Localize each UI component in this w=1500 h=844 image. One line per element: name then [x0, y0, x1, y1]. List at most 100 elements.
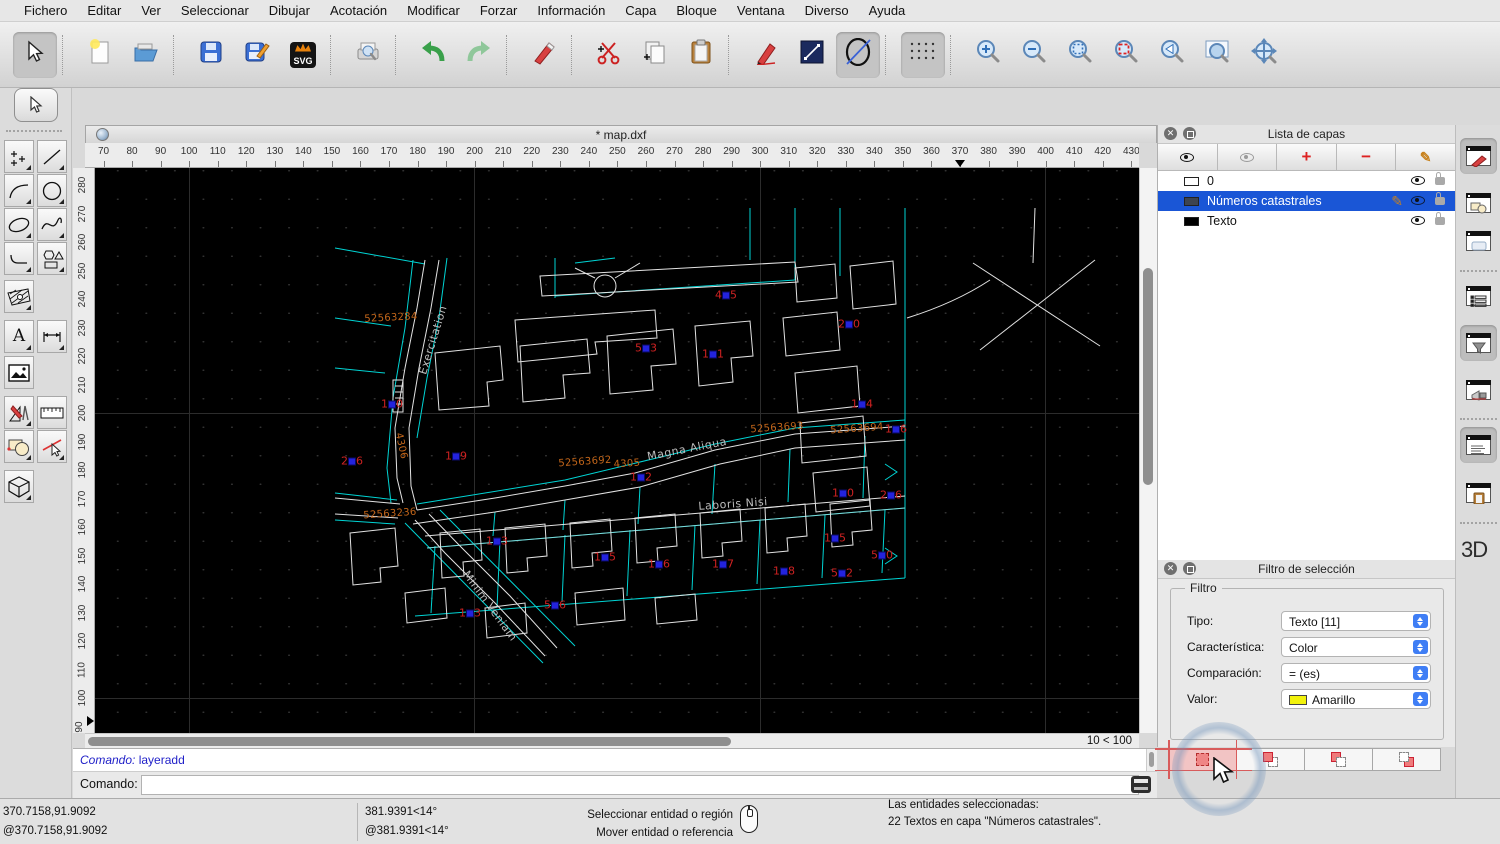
redo-button[interactable]	[457, 32, 501, 78]
svg-export-button[interactable]: SVG	[281, 32, 325, 78]
polyline-tool-button[interactable]	[4, 242, 34, 275]
layer-list-toggle[interactable]	[1460, 278, 1497, 314]
draw-pencil-button[interactable]	[744, 32, 788, 78]
keyboard-icon[interactable]	[1131, 776, 1151, 793]
line-tool-button[interactable]	[790, 32, 834, 78]
new-file-button[interactable]	[78, 32, 122, 78]
image-tool-button[interactable]	[4, 356, 34, 389]
menu-editar[interactable]: Editar	[77, 0, 131, 22]
selection-filter-toggle[interactable]	[1460, 325, 1497, 361]
block-list-toggle[interactable]	[1460, 185, 1497, 221]
zoom-previous-button[interactable]	[1150, 32, 1194, 78]
hscroll-thumb[interactable]	[88, 737, 731, 746]
zoom-auto-button[interactable]	[1058, 32, 1102, 78]
cut-button[interactable]	[587, 32, 631, 78]
3d-tool-button[interactable]	[4, 470, 34, 503]
selection-tool-button[interactable]	[14, 88, 58, 122]
menu-información[interactable]: Información	[527, 0, 615, 22]
dropdown-stepper-icon[interactable]	[1413, 666, 1428, 680]
arc-tool-button[interactable]	[4, 174, 34, 207]
zoom-in-button[interactable]	[966, 32, 1010, 78]
hatch-tool-button[interactable]	[4, 280, 34, 313]
spline-tool-button[interactable]	[37, 208, 67, 241]
trim-tool-button[interactable]	[37, 430, 67, 463]
zoom-pan-button[interactable]	[1242, 32, 1286, 78]
shapes-tool-button[interactable]	[37, 242, 67, 275]
line-tool-palette-button[interactable]	[37, 140, 67, 173]
ellipse-tool-palette-button[interactable]	[4, 208, 34, 241]
remove-from-selection-button[interactable]	[1372, 748, 1441, 771]
lock-icon[interactable]	[1435, 172, 1445, 185]
edit-layer-button[interactable]: ✎	[1396, 144, 1455, 170]
delete-button[interactable]	[522, 32, 566, 78]
paste-button[interactable]	[679, 32, 723, 78]
canvas-horizontal-scrollbar[interactable]: 10 < 100	[85, 733, 1139, 748]
view-list-toggle[interactable]	[1460, 223, 1497, 259]
menu-ventana[interactable]: Ventana	[727, 0, 795, 22]
menu-modificar[interactable]: Modificar	[397, 0, 470, 22]
filter-dropdown[interactable]: Color	[1281, 637, 1431, 657]
point-tool-button[interactable]	[4, 140, 34, 173]
menu-forzar[interactable]: Forzar	[470, 0, 528, 22]
menu-ayuda[interactable]: Ayuda	[859, 0, 916, 22]
add-layer-button[interactable]: +	[1277, 144, 1337, 170]
save-as-button[interactable]	[235, 32, 279, 78]
dimension-tool-button[interactable]	[37, 320, 67, 353]
dropdown-stepper-icon[interactable]	[1413, 640, 1428, 654]
copy-button[interactable]	[633, 32, 677, 78]
document-titlebar[interactable]: * map.dxf	[85, 125, 1157, 143]
menu-bloque[interactable]: Bloque	[666, 0, 726, 22]
lighting-toggle[interactable]	[1460, 372, 1497, 408]
property-editor-toggle[interactable]	[1460, 138, 1497, 174]
lock-icon[interactable]	[1435, 212, 1445, 225]
undo-button[interactable]	[411, 32, 455, 78]
open-file-button[interactable]	[124, 32, 168, 78]
filter-dropdown[interactable]: = (es)	[1281, 663, 1431, 683]
eye-icon[interactable]	[1411, 216, 1425, 225]
menu-fichero[interactable]: Fichero	[14, 0, 77, 22]
layer-row[interactable]: Texto	[1158, 211, 1455, 231]
text-tool-button[interactable]: A	[4, 320, 34, 353]
menu-diverso[interactable]: Diverso	[795, 0, 859, 22]
filter-dropdown[interactable]: Amarillo	[1281, 689, 1431, 709]
canvas-vertical-scrollbar[interactable]	[1139, 168, 1157, 733]
dropdown-stepper-icon[interactable]	[1413, 614, 1428, 628]
zoom-window-button[interactable]	[1196, 32, 1240, 78]
command-window-toggle[interactable]	[1460, 427, 1497, 463]
modify-tools-button[interactable]	[4, 396, 34, 429]
select-tool-button[interactable]	[13, 31, 57, 78]
show-all-layers-button[interactable]	[1158, 144, 1218, 170]
zoom-out-button[interactable]	[1012, 32, 1056, 78]
grid-toggle-button[interactable]	[901, 31, 945, 78]
eye-icon[interactable]	[1411, 176, 1425, 185]
command-input[interactable]	[141, 775, 1139, 795]
measure-tool-button[interactable]	[37, 396, 67, 429]
intersect-selection-button[interactable]	[1304, 748, 1373, 771]
3d-mode-button[interactable]: 3D	[1461, 537, 1488, 563]
dropdown-stepper-icon[interactable]	[1413, 692, 1428, 706]
boolean-tool-button[interactable]	[4, 430, 34, 463]
clipboard-panel-toggle[interactable]	[1460, 475, 1497, 511]
menu-seleccionar[interactable]: Seleccionar	[171, 0, 259, 22]
save-button[interactable]	[189, 32, 233, 78]
menu-dibujar[interactable]: Dibujar	[259, 0, 320, 22]
eye-icon[interactable]	[1411, 196, 1425, 205]
drawing-canvas[interactable]: Exercitation Magna Aliqua Laboris Nisi Mini…	[95, 168, 1139, 733]
ellipse-tool-button[interactable]	[836, 31, 880, 78]
add-to-selection-button[interactable]	[1236, 748, 1305, 771]
vscroll-thumb[interactable]	[1143, 268, 1153, 485]
command-history-scrollbar[interactable]	[1146, 749, 1157, 771]
circle-tool-button[interactable]	[37, 174, 67, 207]
cadastral-code-label: 52563692	[558, 454, 612, 470]
remove-layer-button[interactable]: −	[1336, 144, 1397, 170]
menu-ver[interactable]: Ver	[131, 0, 171, 22]
zoom-selection-button[interactable]	[1104, 32, 1148, 78]
layer-row[interactable]: 0	[1158, 171, 1455, 191]
hide-all-layers-button[interactable]	[1217, 144, 1278, 170]
layer-row[interactable]: Números catastrales ✎	[1158, 191, 1455, 211]
lock-icon[interactable]	[1435, 192, 1445, 205]
filter-dropdown[interactable]: Texto [11]	[1281, 611, 1431, 631]
menu-capa[interactable]: Capa	[615, 0, 666, 22]
print-preview-button[interactable]	[346, 32, 390, 78]
menu-acotación[interactable]: Acotación	[320, 0, 397, 22]
